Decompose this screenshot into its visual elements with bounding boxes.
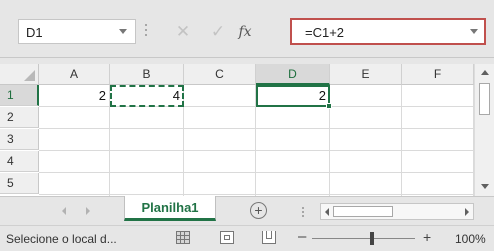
row-header-2[interactable]: 2 bbox=[0, 107, 39, 128]
zoom-slider[interactable] bbox=[312, 238, 415, 239]
scroll-down-icon[interactable] bbox=[481, 184, 489, 189]
formula-bar-divider bbox=[145, 24, 147, 38]
zoom-slider-thumb[interactable] bbox=[370, 232, 374, 245]
select-all-icon bbox=[24, 70, 35, 81]
zoom-level[interactable]: 100% bbox=[455, 232, 486, 246]
formula-input[interactable]: =C1+2 bbox=[290, 18, 486, 45]
formula-text: =C1+2 bbox=[305, 25, 345, 40]
name-box[interactable]: D1 bbox=[18, 19, 136, 44]
row-header-3[interactable]: 3 bbox=[0, 129, 39, 150]
column-header-e[interactable]: E bbox=[330, 64, 402, 85]
status-text: Selecione o local d... bbox=[6, 232, 117, 246]
tabs-divider bbox=[302, 207, 304, 217]
sheet-tabs-bar: Planilha1 + bbox=[0, 196, 494, 225]
status-bar: Selecione o local d... – + 100% bbox=[0, 225, 494, 251]
grid-line bbox=[39, 194, 474, 195]
grid-line bbox=[39, 128, 474, 129]
normal-view-icon[interactable] bbox=[176, 231, 190, 244]
page-break-preview-icon[interactable] bbox=[262, 231, 276, 244]
active-cell-border bbox=[256, 85, 330, 107]
column-header-c[interactable]: C bbox=[184, 64, 256, 85]
insert-function-icon[interactable]: fx bbox=[234, 21, 256, 43]
worksheet-grid[interactable]: A B C D E F 1 2 3 4 5 2 4 2 bbox=[0, 64, 474, 196]
fill-handle[interactable] bbox=[326, 103, 332, 109]
scroll-right-icon[interactable] bbox=[465, 208, 469, 216]
zoom-out-button[interactable]: – bbox=[298, 228, 306, 245]
cell-a1[interactable]: 2 bbox=[40, 85, 106, 106]
vertical-scroll-thumb[interactable] bbox=[479, 83, 490, 115]
cancel-icon[interactable]: ✕ bbox=[172, 21, 194, 43]
sheet-tab-planilha1[interactable]: Planilha1 bbox=[124, 196, 216, 221]
copy-marquee bbox=[110, 85, 184, 107]
column-header-f[interactable]: F bbox=[402, 64, 474, 85]
page-break-icon-inner bbox=[266, 231, 272, 239]
grid-line bbox=[39, 150, 474, 151]
scroll-left-icon[interactable] bbox=[325, 208, 329, 216]
zoom-in-button[interactable]: + bbox=[423, 229, 431, 245]
row-header-4[interactable]: 4 bbox=[0, 151, 39, 172]
row-header-1[interactable]: 1 bbox=[0, 85, 39, 106]
add-sheet-icon[interactable]: + bbox=[250, 202, 267, 219]
column-header-b[interactable]: B bbox=[110, 64, 184, 85]
name-box-value: D1 bbox=[26, 25, 43, 40]
enter-icon[interactable]: ✓ bbox=[207, 21, 229, 43]
column-header-d[interactable]: D bbox=[256, 64, 330, 85]
column-header-a[interactable]: A bbox=[39, 64, 110, 85]
formula-expand-icon[interactable] bbox=[470, 29, 478, 34]
page-layout-icon-inner bbox=[224, 235, 230, 240]
horizontal-scroll-thumb[interactable] bbox=[333, 206, 393, 217]
name-box-dropdown-icon[interactable] bbox=[119, 29, 127, 34]
previous-sheet-icon[interactable] bbox=[62, 207, 66, 215]
page-layout-icon[interactable] bbox=[220, 231, 234, 244]
row-header-5[interactable]: 5 bbox=[0, 173, 39, 194]
formula-bar: D1 ✕ ✓ fx =C1+2 bbox=[0, 0, 494, 58]
grid-line bbox=[401, 85, 402, 196]
scroll-up-icon[interactable] bbox=[481, 70, 489, 75]
grid-line bbox=[39, 172, 474, 173]
horizontal-scrollbar[interactable] bbox=[320, 203, 474, 220]
next-sheet-icon[interactable] bbox=[86, 207, 90, 215]
vertical-scrollbar[interactable] bbox=[474, 64, 494, 196]
select-all-button[interactable] bbox=[0, 64, 39, 85]
